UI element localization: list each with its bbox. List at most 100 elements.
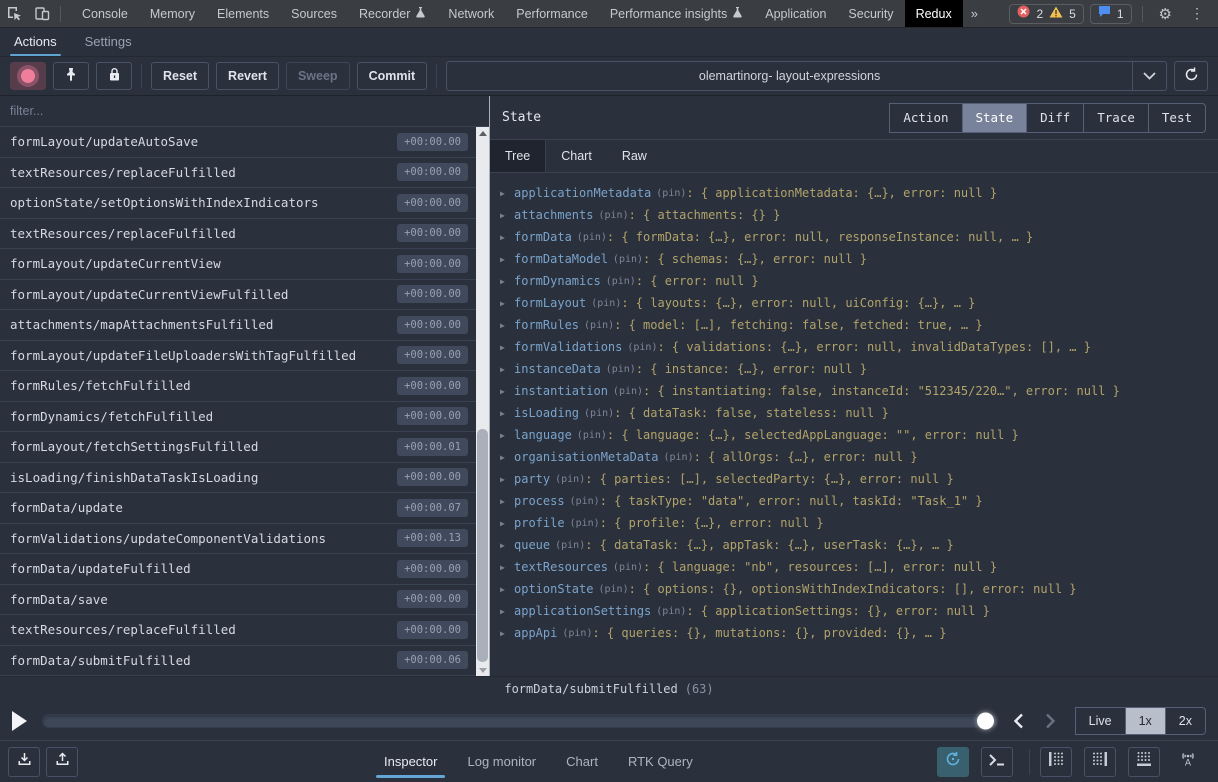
export-button[interactable] — [46, 747, 78, 777]
pin-label[interactable]: (pin) — [562, 628, 592, 639]
scroll-down-arrow[interactable] — [476, 664, 489, 676]
pin-label[interactable]: (pin) — [555, 540, 585, 551]
pin-label[interactable]: (pin) — [613, 386, 643, 397]
pin-button[interactable] — [53, 62, 89, 90]
state-tree-row[interactable]: ▶ formRules (pin) : { model: […], fetchi… — [500, 314, 1218, 336]
dock-bottom-button[interactable] — [1128, 747, 1160, 777]
action-list-item[interactable]: formData/updateFulfilled +00:00.00 — [0, 554, 476, 585]
state-tree-row[interactable]: ▶ organisationMetaData (pin) : { allOrgs… — [500, 446, 1218, 468]
autoselect-history-button[interactable] — [937, 747, 969, 777]
expand-arrow-icon[interactable]: ▶ — [500, 277, 514, 286]
inspector-view-tab[interactable]: Tree — [490, 140, 546, 172]
pin-label[interactable]: (pin) — [577, 232, 607, 243]
inspector-mode-button[interactable]: State — [962, 103, 1028, 133]
dispatcher-terminal-button[interactable] — [981, 747, 1013, 777]
inspector-mode-button[interactable]: Test — [1148, 103, 1206, 133]
state-tree-row[interactable]: ▶ applicationSettings (pin) : { applicat… — [500, 600, 1218, 622]
pin-label[interactable]: (pin) — [627, 342, 657, 353]
expand-arrow-icon[interactable]: ▶ — [500, 497, 514, 506]
state-tree-row[interactable]: ▶ formData (pin) : { formData: {…}, erro… — [500, 226, 1218, 248]
action-list-item[interactable]: formData/update +00:00.07 — [0, 493, 476, 524]
more-tabs-button[interactable]: » — [963, 6, 986, 21]
step-forward-button[interactable] — [1040, 710, 1062, 732]
action-list-item[interactable]: textResources/replaceFulfilled +00:00.00 — [0, 615, 476, 646]
inspector-mode-button[interactable]: Trace — [1083, 103, 1149, 133]
pin-label[interactable]: (pin) — [570, 518, 600, 529]
filter-input[interactable] — [0, 104, 489, 118]
timeline-slider[interactable] — [42, 714, 998, 728]
instance-selector[interactable]: olemartinorg- layout-expressions — [446, 61, 1167, 91]
action-list-item[interactable]: attachments/mapAttachmentsFulfilled +00:… — [0, 310, 476, 341]
action-list-item[interactable]: isLoading/finishDataTaskIsLoading +00:00… — [0, 463, 476, 494]
play-button[interactable] — [12, 710, 32, 732]
state-tree-row[interactable]: ▶ formDataModel (pin) : { schemas: {…}, … — [500, 248, 1218, 270]
pin-label[interactable]: (pin) — [656, 188, 686, 199]
messages-badge[interactable]: 1 — [1090, 4, 1132, 24]
tab-actions[interactable]: Actions — [14, 34, 57, 56]
expand-arrow-icon[interactable]: ▶ — [500, 343, 514, 352]
state-tree-row[interactable]: ▶ language (pin) : { language: {…}, sele… — [500, 424, 1218, 446]
pin-label[interactable]: (pin) — [584, 408, 614, 419]
expand-arrow-icon[interactable]: ▶ — [500, 431, 514, 440]
sync-button[interactable] — [1174, 61, 1208, 91]
state-tree-row[interactable]: ▶ queue (pin) : { dataTask: {…}, appTask… — [500, 534, 1218, 556]
action-list-item[interactable]: formData/submitFulfilled +00:00.06 — [0, 646, 476, 677]
devtools-tab[interactable]: Performance — [505, 0, 599, 27]
pin-label[interactable]: (pin) — [555, 474, 585, 485]
kebab-menu-icon[interactable]: ⋮ — [1184, 5, 1210, 22]
slider-thumb[interactable] — [977, 713, 994, 730]
expand-arrow-icon[interactable]: ▶ — [500, 299, 514, 308]
pin-label[interactable]: (pin) — [606, 364, 636, 375]
expand-arrow-icon[interactable]: ▶ — [500, 233, 514, 242]
settings-gear-icon[interactable]: ⚙ — [1153, 5, 1178, 23]
expand-arrow-icon[interactable]: ▶ — [500, 585, 514, 594]
revert-button[interactable]: Revert — [216, 62, 279, 90]
monitor-tab[interactable]: Log monitor — [467, 741, 536, 782]
monitor-tab[interactable]: Chart — [566, 741, 598, 782]
scrollbar-thumb[interactable] — [477, 429, 488, 662]
pin-label[interactable]: (pin) — [577, 430, 607, 441]
pin-label[interactable]: (pin) — [606, 276, 636, 287]
pin-label[interactable]: (pin) — [664, 452, 694, 463]
expand-arrow-icon[interactable]: ▶ — [500, 453, 514, 462]
dock-right-button[interactable] — [1084, 747, 1116, 777]
state-tree-row[interactable]: ▶ instanceData (pin) : { instance: {…}, … — [500, 358, 1218, 380]
expand-arrow-icon[interactable]: ▶ — [500, 387, 514, 396]
monitor-tab[interactable]: RTK Query — [628, 741, 693, 782]
record-toggle-button[interactable] — [10, 62, 46, 90]
device-toolbar-icon[interactable] — [28, 1, 56, 27]
devtools-tab[interactable]: Memory — [139, 0, 206, 27]
action-list-item[interactable]: formLayout/updateCurrentViewFulfilled +0… — [0, 280, 476, 311]
state-tree-row[interactable]: ▶ formLayout (pin) : { layouts: {…}, err… — [500, 292, 1218, 314]
action-list-item[interactable]: formLayout/fetchSettingsFulfilled +00:00… — [0, 432, 476, 463]
scroll-up-arrow[interactable] — [476, 127, 489, 139]
pin-label[interactable]: (pin) — [570, 496, 600, 507]
state-tree-row[interactable]: ▶ isLoading (pin) : { dataTask: false, s… — [500, 402, 1218, 424]
devtools-tab[interactable]: Application — [754, 0, 837, 27]
action-list-item[interactable]: formLayout/updateCurrentView +00:00.00 — [0, 249, 476, 280]
state-tree-row[interactable]: ▶ appApi (pin) : { queries: {}, mutation… — [500, 622, 1218, 644]
inspector-view-tab[interactable]: Raw — [607, 140, 662, 172]
state-tree-row[interactable]: ▶ optionState (pin) : { options: {}, opt… — [500, 578, 1218, 600]
inspect-element-icon[interactable] — [0, 1, 28, 27]
action-list-item[interactable]: textResources/replaceFulfilled +00:00.00 — [0, 219, 476, 250]
expand-arrow-icon[interactable]: ▶ — [500, 519, 514, 528]
state-tree-row[interactable]: ▶ formValidations (pin) : { validations:… — [500, 336, 1218, 358]
dock-left-button[interactable] — [1040, 747, 1072, 777]
devtools-tab[interactable]: Console — [71, 0, 139, 27]
expand-arrow-icon[interactable]: ▶ — [500, 189, 514, 198]
devtools-tab[interactable]: Redux — [905, 0, 963, 27]
expand-arrow-icon[interactable]: ▶ — [500, 255, 514, 264]
import-button[interactable] — [8, 747, 40, 777]
issues-badge[interactable]: 2 5 — [1009, 4, 1083, 24]
devtools-tab[interactable]: Elements — [206, 0, 280, 27]
state-tree-row[interactable]: ▶ party (pin) : { parties: […], selected… — [500, 468, 1218, 490]
state-tree-row[interactable]: ▶ process (pin) : { taskType: "data", er… — [500, 490, 1218, 512]
commit-button[interactable]: Commit — [357, 62, 428, 90]
expand-arrow-icon[interactable]: ▶ — [500, 607, 514, 616]
pin-label[interactable]: (pin) — [656, 606, 686, 617]
state-tree-row[interactable]: ▶ textResources (pin) : { language: "nb"… — [500, 556, 1218, 578]
pin-label[interactable]: (pin) — [591, 298, 621, 309]
playback-speed-button[interactable]: Live — [1075, 707, 1126, 735]
inspector-view-tab[interactable]: Chart — [546, 140, 607, 172]
